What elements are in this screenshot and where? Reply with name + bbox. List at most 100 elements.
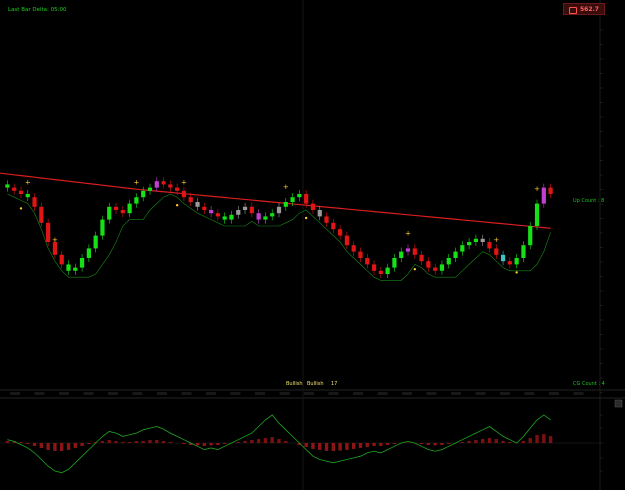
candle-body [500,254,506,262]
candle-body [107,206,112,220]
candle-body [541,187,546,204]
candle-body [514,258,519,265]
signal-marker: + [493,236,499,244]
candle-body [290,197,295,202]
time-tick [83,392,94,395]
candle-body [412,248,417,255]
close-panel-icon[interactable] [614,399,623,408]
time-tick [475,392,486,395]
candle-body [344,235,350,246]
candle-body [426,261,431,268]
candle-body [419,254,424,262]
signal-marker [413,268,417,271]
candle-body [161,181,166,185]
candle-body [18,190,24,194]
candle-body [460,245,465,252]
signal-marker: + [534,185,540,193]
signal-marker: + [405,230,411,238]
candle-body [249,206,254,214]
candle-body [86,248,91,258]
time-tick [328,392,339,395]
trading-chart[interactable]: + + + + + + + + [0,0,625,490]
time-tick [181,392,192,395]
candle-body [494,248,499,255]
time-tick [377,392,388,395]
candle-body [324,216,329,223]
up-count-label: Up Count : 8 [573,198,605,204]
candle-body [392,258,397,268]
candle-body [215,213,220,217]
signal-marker: + [181,178,187,186]
candle-body [73,267,78,271]
candle-body [222,216,227,220]
signal-marker [304,216,308,220]
signal-marker [515,271,518,274]
candle-body [521,245,526,258]
candle-body [351,245,356,252]
candle-body [256,213,261,220]
candle-body [242,206,248,210]
candle-body [467,242,472,246]
time-tick [451,392,461,395]
time-tick [426,392,437,395]
candle-body [453,251,458,258]
time-tick [304,392,314,395]
legend-item: Bullish [307,381,324,387]
candle-body [175,187,180,191]
candle-body [134,197,139,204]
candle-body [385,267,390,274]
candle-body [433,267,438,271]
candle-body [487,242,492,249]
time-tick [279,392,290,395]
header-title: Last Bar Delta: 05:00 [8,7,67,13]
candle-body [358,251,363,258]
signal-marker: + [133,178,139,186]
time-tick [34,392,45,395]
candle-body [338,229,343,236]
candle-body [25,194,30,198]
legend-item: Bullish [286,381,303,387]
time-tick [353,392,363,395]
signal-marker [175,204,179,207]
candle-body [46,222,51,242]
legend-item: 17 [331,381,338,387]
time-tick [132,392,143,395]
price-badge[interactable]: 562.7 [563,3,605,15]
candle-body [304,194,309,204]
candle-body [480,238,485,242]
candle-body [276,206,282,214]
candle-body [399,251,404,258]
price-panel: + + + + + + + + [0,172,553,281]
candle-body [113,206,119,210]
candle-body [446,258,451,265]
candle-body [154,181,159,188]
candle-body [188,197,193,202]
candle-body [473,238,479,242]
candle-body [32,197,37,207]
candle-body [236,210,241,215]
time-tick [108,392,118,395]
candle-body [310,203,316,210]
signal-marker: + [52,236,58,244]
candle-body [202,206,207,210]
candle-body [195,202,200,207]
candle-body [66,264,71,271]
candle-body [120,210,125,214]
candle-body [439,264,445,271]
time-tick [157,392,167,395]
candle-body [317,210,322,217]
candle-body [534,203,540,226]
candle-body [548,187,553,194]
candle-body [59,254,64,265]
signal-marker [19,207,23,210]
candle-body [147,187,153,191]
candle-body [528,226,533,246]
candle-body [229,214,234,220]
candle-body [5,184,10,188]
candle-body [263,216,268,220]
time-tick [524,392,535,395]
candle-body [507,261,512,265]
candle-body [270,213,275,217]
candle-body [378,270,383,274]
moving-average-line [0,172,551,229]
